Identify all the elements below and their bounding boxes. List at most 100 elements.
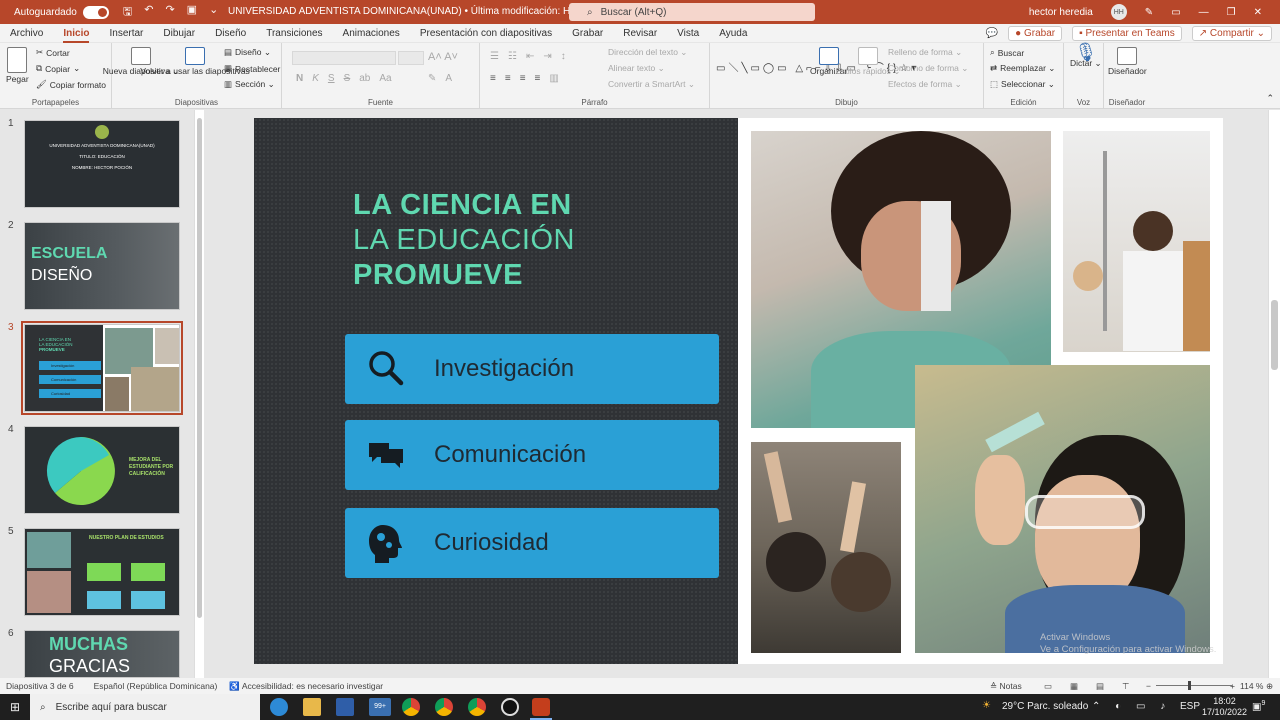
numbering-icon[interactable]: ☷ (508, 51, 517, 62)
photo-lab-students[interactable] (1063, 131, 1210, 352)
scrollbar-thumb[interactable] (197, 118, 202, 618)
bullets-icon[interactable]: ☰ (490, 51, 499, 62)
main-slide[interactable]: LA CIENCIA EN LA EDUCACIÓN PROMUEVE Inve… (254, 118, 1223, 664)
tray-icons[interactable]: ⌃ ◐ ▭ ♪ (1092, 701, 1171, 712)
scrollbar-thumb[interactable] (1271, 300, 1278, 370)
record-button[interactable]: ● Grabar (1008, 25, 1063, 41)
spacing-icon[interactable]: ab (359, 73, 370, 84)
tab-transiciones[interactable]: Transiciones (256, 28, 332, 39)
font-color-buttons[interactable]: ✎ A (428, 73, 452, 84)
thumbnail-slide-3[interactable]: LA CIENCIA EN LA EDUCACIÓN PROMUEVE Invest… (21, 321, 183, 415)
thumbnail-slide-2[interactable]: ESCUELA DISEÑO (24, 222, 180, 310)
align-center-icon[interactable]: ≡ (505, 73, 511, 84)
tab-revisar[interactable]: Revisar (613, 28, 667, 39)
strike-icon[interactable]: S (344, 73, 351, 84)
tab-archivo[interactable]: Archivo (0, 28, 53, 39)
collapse-ribbon-icon[interactable]: ⌃ (1266, 93, 1274, 104)
obs-icon[interactable] (501, 698, 519, 716)
shape-effects-button[interactable]: Efectos de forma ⌄ (888, 79, 962, 90)
comments-icon[interactable]: 💬 (986, 28, 998, 39)
highlight-icon[interactable]: ✎ (428, 73, 436, 84)
tab-vista[interactable]: Vista (667, 28, 709, 39)
tab-ayuda[interactable]: Ayuda (709, 28, 757, 39)
weather-icon[interactable]: ☀ (982, 700, 991, 711)
designer-button[interactable]: Diseñador (1108, 47, 1147, 76)
ribbon-display-icon[interactable]: ▭ (1171, 7, 1180, 18)
slideshow-view-icon[interactable]: ⊤ (1122, 681, 1129, 692)
format-painter-button[interactable]: 🖌 Copiar formato (36, 79, 106, 90)
reuse-slides-button[interactable]: Volver a usar las diapositivas (140, 47, 250, 76)
chrome-icon-2[interactable] (435, 698, 453, 716)
slide-button-comunicacion[interactable]: Comunicación (345, 420, 719, 490)
store-icon[interactable] (336, 698, 354, 716)
shape-outline-button[interactable]: Contorno de forma ⌄ (888, 63, 968, 74)
reset-button[interactable]: ▦ Restablecer (224, 63, 280, 74)
customize-qat-icon[interactable]: ⌄ (209, 3, 218, 22)
shapes-gallery[interactable]: ▭＼╲▭◯▭ △⌐⌐⇩⇩▭ ╰⌒{}☆▾ (716, 47, 916, 89)
zoom-in-icon[interactable]: + (1230, 681, 1235, 691)
tab-animaciones[interactable]: Animaciones (333, 28, 410, 39)
columns-icon[interactable]: ▥ (549, 73, 558, 84)
search-input[interactable]: ⌕ Buscar (Alt+Q) (569, 3, 815, 21)
tab-inicio[interactable]: Inicio (53, 28, 99, 43)
smartart-button[interactable]: Convertir a SmartArt ⌄ (608, 79, 695, 90)
fit-slide-icon[interactable]: ⊕ (1266, 681, 1273, 692)
section-button[interactable]: ▥ Sección ⌄ (224, 79, 275, 90)
share-button[interactable]: ↗ Compartir ⌄ (1191, 25, 1272, 41)
present-icon[interactable]: ▣ (187, 3, 197, 22)
photo-girl-test-tube[interactable] (915, 365, 1210, 653)
font-name-input[interactable] (292, 51, 396, 65)
avatar[interactable]: HH (1110, 4, 1127, 20)
thumbnail-slide-5[interactable]: NUESTRO PLAN DE ESTUDIOS (24, 528, 180, 616)
zoom-level[interactable]: 114 % (1240, 681, 1263, 691)
teams-button[interactable]: ▪ Presentar en Teams (1072, 25, 1182, 41)
autosave[interactable]: Autoguardado (14, 5, 109, 19)
edge-icon[interactable] (270, 698, 288, 716)
tab-presentacion[interactable]: Presentación con diapositivas (410, 28, 562, 39)
powerpoint-icon[interactable] (532, 698, 550, 716)
quick-styles-button[interactable]: Estilos rápidos ⌄ (836, 47, 900, 76)
redo-icon[interactable]: ↷ (165, 3, 174, 22)
zoom-out-icon[interactable]: − (1146, 681, 1151, 691)
italic-icon[interactable]: K (312, 73, 319, 84)
user-name[interactable]: hector heredia (1029, 7, 1093, 18)
bold-icon[interactable]: N (296, 73, 303, 84)
align-buttons[interactable]: ≡ ≡ ≡ ≡ ▥ (490, 73, 559, 84)
thumbnail-slide-6[interactable]: MUCHAS GRACIAS (24, 630, 180, 678)
mail-icon[interactable]: 99+ (369, 698, 391, 716)
line-spacing-icon[interactable]: ↕ (561, 51, 566, 62)
outdent-icon[interactable]: ⇥ (543, 51, 551, 62)
align-left-icon[interactable]: ≡ (490, 73, 496, 84)
accessibility-status[interactable]: ♿ Accesibilidad: es necesario investigar (229, 681, 383, 692)
tab-grabar[interactable]: Grabar (562, 28, 613, 39)
slide-button-curiosidad[interactable]: Curiosidad (345, 508, 719, 578)
font-grow-icon[interactable]: A˄ A˅ (428, 51, 458, 63)
chrome-icon-3[interactable] (468, 698, 486, 716)
shape-fill-button[interactable]: Relleno de forma ⌄ (888, 47, 962, 58)
thumbnail-slide-4[interactable]: MEJORA DEL ESTUDIANTE POR CALIFICACIÓN (24, 426, 180, 514)
save-icon[interactable]: 🖫 (123, 3, 132, 22)
underline-icon[interactable]: S (328, 73, 335, 84)
copy-button[interactable]: ⧉ Copiar ⌄ (36, 63, 80, 74)
case-icon[interactable]: Aa (379, 73, 391, 84)
reading-view-icon[interactable]: ▤ (1096, 681, 1104, 692)
clock[interactable]: 18:02 17/10/2022 (1202, 696, 1247, 718)
autosave-toggle[interactable] (82, 5, 109, 19)
notifications-icon[interactable]: ▣9 (1252, 700, 1265, 712)
list-buttons[interactable]: ☰ ☷ ⇤ ⇥ ↕ (490, 51, 566, 62)
file-explorer-icon[interactable] (303, 698, 321, 716)
tab-dibujar[interactable]: Dibujar (153, 28, 205, 39)
restore-icon[interactable]: ❐ (1227, 7, 1236, 18)
layout-button[interactable]: ▤ Diseño ⌄ (224, 47, 271, 58)
close-icon[interactable]: ✕ (1254, 7, 1262, 18)
pen-icon[interactable]: ✎ (1145, 7, 1153, 18)
dictate-button[interactable]: 🎙 Dictar ⌄ (1070, 43, 1102, 68)
minimize-icon[interactable]: — (1199, 7, 1209, 18)
photo-raised-hands[interactable] (751, 442, 901, 653)
thumbnail-slide-1[interactable]: UNIVERSIDAD ADVENTISTA DOMINICANA(UNAD) … (24, 120, 180, 208)
zoom-slider[interactable] (1156, 685, 1232, 686)
font-size-input[interactable] (398, 51, 424, 65)
language-status[interactable]: Español (República Dominicana) (94, 681, 218, 691)
chrome-icon[interactable] (402, 698, 420, 716)
align-text-button[interactable]: Alinear texto ⌄ (608, 63, 665, 74)
